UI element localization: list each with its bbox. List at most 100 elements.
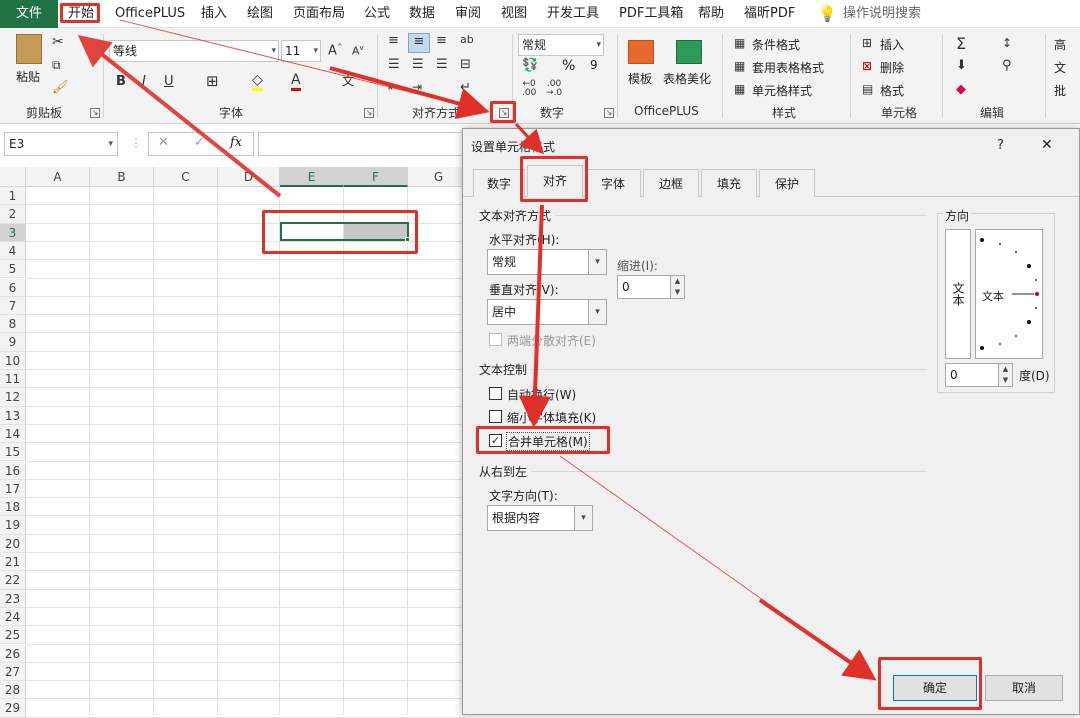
close-button[interactable]: ✕ [1041, 137, 1053, 153]
row-header[interactable]: 17 [0, 479, 26, 499]
vertical-text-box[interactable]: 文本 [945, 229, 971, 359]
paste-button[interactable]: 粘贴 [16, 68, 40, 85]
orientation-icon[interactable]: ab [460, 33, 474, 46]
paste-icon[interactable] [16, 34, 42, 64]
insert-cells-icon[interactable]: ⊞ [862, 36, 872, 50]
decrease-decimal-icon[interactable]: .00 →.0 [546, 80, 562, 98]
font-size-combo[interactable]: 11 ▾ [281, 40, 321, 62]
row-header[interactable]: 1 [0, 187, 26, 206]
tab-foxit-pdf[interactable]: 福昕PDF [744, 0, 795, 28]
row-header[interactable]: 18 [0, 498, 26, 517]
shrink-to-fit-checkbox[interactable] [489, 410, 502, 423]
tab-home[interactable]: 开始 [68, 0, 94, 28]
table-beautify-button[interactable]: 表格美化 [663, 70, 711, 87]
row-header[interactable]: 5 [0, 260, 26, 279]
row-header[interactable]: 3 [0, 223, 26, 242]
tab-page-layout[interactable]: 页面布局 [293, 0, 345, 28]
row-header[interactable]: 28 [0, 681, 26, 700]
tab-fill[interactable]: 填充 [701, 169, 757, 197]
row-header[interactable]: 24 [0, 607, 26, 627]
number-format-combo[interactable]: 常规 ▾ [518, 34, 604, 56]
extra-button-3[interactable]: 批 [1054, 82, 1066, 99]
font-name-combo[interactable]: 等线 ▾ [109, 40, 279, 62]
underline-icon[interactable]: U [164, 74, 174, 89]
merge-center-icon[interactable]: ⊟ [460, 57, 471, 72]
row-header[interactable]: 9 [0, 333, 26, 352]
align-right-icon[interactable]: ☰ [436, 57, 448, 72]
tab-review[interactable]: 审阅 [455, 0, 481, 28]
cut-icon[interactable]: ✂ [52, 34, 64, 50]
degree-spinner[interactable]: 0 ▲ ▼ [945, 363, 1013, 387]
cancel-button[interactable]: 取消 [985, 675, 1063, 701]
column-header[interactable]: C [154, 167, 218, 187]
indent-spinner[interactable]: 0 ▲ ▼ [617, 275, 685, 299]
align-left-icon[interactable]: ☰ [388, 57, 400, 72]
row-header[interactable]: 12 [0, 388, 26, 407]
autosum-icon[interactable]: Σ [956, 34, 966, 53]
column-header[interactable]: E [280, 167, 344, 187]
cell-e3-selection[interactable] [280, 222, 409, 241]
decrease-indent-icon[interactable]: ⇤ [388, 80, 398, 94]
row-header[interactable]: 14 [0, 424, 26, 444]
decrease-font-icon[interactable]: Av [352, 44, 364, 58]
template-icon[interactable] [628, 40, 654, 64]
extra-button-2[interactable]: 文 [1054, 59, 1066, 76]
align-middle-icon[interactable]: ≡ [408, 33, 430, 53]
percent-button[interactable]: % [562, 58, 575, 74]
distributed-checkbox[interactable] [489, 333, 502, 346]
vertical-align-select[interactable]: 居中 ▾ [487, 299, 607, 325]
wrap-text-icon[interactable]: ↵ [460, 80, 471, 95]
row-header[interactable]: 11 [0, 370, 26, 389]
tab-protection[interactable]: 保护 [759, 169, 815, 197]
row-header[interactable]: 26 [0, 644, 26, 663]
insert-function-icon[interactable]: fx [230, 135, 242, 150]
increase-font-icon[interactable]: A^ [328, 43, 343, 58]
increase-decimal-icon[interactable]: ←0.00 [522, 80, 536, 98]
help-button[interactable]: ? [997, 138, 1004, 153]
cell-styles-button[interactable]: 单元格样式 [752, 82, 812, 99]
tab-pdf-tools[interactable]: PDF工具箱 [619, 0, 683, 28]
tab-formulas[interactable]: 公式 [364, 0, 390, 28]
conditional-format-button[interactable]: 条件格式 [752, 36, 800, 53]
row-header[interactable]: 13 [0, 406, 26, 425]
row-header[interactable]: 2 [0, 205, 26, 224]
confirm-entry-icon[interactable]: ✓ [194, 135, 205, 150]
border-icon[interactable]: ⊞ [206, 72, 219, 90]
column-header[interactable]: D [218, 167, 280, 187]
tab-data[interactable]: 数据 [409, 0, 435, 28]
row-header[interactable]: 27 [0, 662, 26, 682]
font-launcher[interactable]: ↘ [364, 108, 374, 118]
align-center-icon[interactable]: ☰ [412, 57, 424, 72]
column-header[interactable]: B [90, 167, 154, 187]
row-header[interactable]: 20 [0, 534, 26, 553]
conditional-format-icon[interactable]: ▦ [734, 36, 745, 50]
row-header[interactable]: 4 [0, 241, 26, 261]
delete-cells-icon[interactable]: ⊠ [862, 59, 872, 73]
clear-icon[interactable]: ◆ [956, 82, 966, 97]
tab-alignment[interactable]: 对齐 [527, 165, 583, 197]
bold-icon[interactable]: B [116, 74, 126, 89]
align-top-icon[interactable]: ≡ [388, 33, 399, 48]
copy-icon[interactable]: ⧉ [52, 58, 61, 73]
fill-handle[interactable] [405, 237, 410, 242]
column-header[interactable]: F [344, 167, 408, 187]
row-header[interactable]: 16 [0, 461, 26, 480]
row-header[interactable]: 25 [0, 626, 26, 645]
horizontal-align-select[interactable]: 常规 ▾ [487, 249, 607, 275]
number-launcher[interactable]: ↘ [604, 108, 614, 118]
comma-style-button[interactable]: 9 [590, 58, 598, 72]
row-header[interactable]: 23 [0, 589, 26, 608]
tab-insert[interactable]: 插入 [201, 0, 227, 28]
extra-button-1[interactable]: 高 [1054, 36, 1066, 53]
format-cells-icon[interactable]: ▤ [862, 82, 873, 96]
alignment-launcher[interactable]: ↘ [499, 108, 509, 118]
cell-styles-icon[interactable]: ▦ [734, 82, 745, 96]
align-bottom-icon[interactable]: ≡ [436, 33, 447, 48]
orientation-dial[interactable]: 文本 [975, 229, 1043, 359]
row-header[interactable]: 15 [0, 443, 26, 462]
insert-cells-button[interactable]: 插入 [880, 36, 904, 53]
merge-cells-checkbox[interactable]: ✓ [489, 434, 502, 447]
tab-font[interactable]: 字体 [585, 169, 641, 197]
phonetic-icon[interactable]: 文 [342, 72, 354, 89]
row-header[interactable]: 6 [0, 278, 26, 297]
